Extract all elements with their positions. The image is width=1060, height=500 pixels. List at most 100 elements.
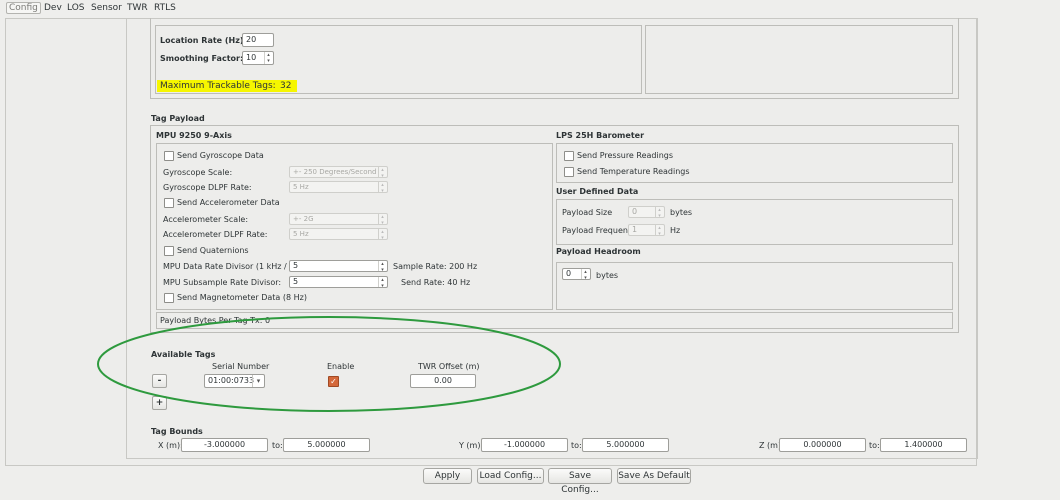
spin-arrows-icon[interactable]: ▴ ▾: [655, 225, 663, 237]
apply-button[interactable]: Apply: [423, 468, 472, 484]
gyro-scale-label: Gyroscope Scale:: [163, 168, 233, 177]
send-quaternions-label: Send Quaternions: [177, 246, 249, 255]
accel-dlpf-label: Accelerometer DLPF Rate:: [163, 230, 268, 239]
save-config-button[interactable]: Save Config...: [548, 468, 612, 495]
tag-serial-combo[interactable]: 01:00:0733 ▾: [204, 374, 265, 388]
x-min-value: -3.000000: [203, 440, 246, 449]
tag-offset-value: 0.00: [434, 376, 452, 385]
z-max-value: 1.400000: [904, 440, 943, 449]
user-defined-title: User Defined Data: [556, 187, 639, 196]
payload-headroom-title: Payload Headroom: [556, 247, 641, 256]
send-pressure-checkbox[interactable]: [564, 151, 574, 161]
menu-dev[interactable]: Dev: [44, 3, 62, 13]
tag-offset-input[interactable]: 0.00: [410, 374, 476, 388]
gyro-dlpf-combo[interactable]: 5 Hz ▴ ▾: [289, 181, 388, 194]
payload-freq-unit: Hz: [670, 226, 681, 235]
location-rate-value: 20: [246, 35, 257, 44]
col-twr-offset: TWR Offset (m): [418, 362, 480, 371]
x-min-input[interactable]: -3.000000: [181, 438, 268, 452]
send-quaternions-checkbox[interactable]: [164, 246, 174, 256]
accel-scale-combo[interactable]: +- 2G ▴ ▾: [289, 213, 388, 226]
send-temp-checkbox[interactable]: [564, 167, 574, 177]
send-temp-label: Send Temperature Readings: [577, 167, 690, 176]
payload-freq-spinbox[interactable]: 1 ▴ ▾: [628, 224, 665, 237]
subsample-value: 5: [293, 277, 299, 286]
spin-arrows-icon[interactable]: ▴ ▾: [378, 277, 386, 289]
rate-divisor-label: MPU Data Rate Divisor (1 kHz / val):: [163, 262, 307, 271]
remove-tag-button[interactable]: -: [152, 374, 167, 388]
col-serial-number: Serial Number: [212, 362, 270, 371]
location-rate-label: Location Rate (Hz):: [160, 36, 247, 45]
payload-size-spinbox[interactable]: 0 ▴ ▾: [628, 206, 665, 219]
send-gyro-checkbox[interactable]: [164, 151, 174, 161]
spin-arrows-icon[interactable]: ▴ ▾: [264, 52, 272, 64]
spin-arrows-icon[interactable]: ▴ ▾: [378, 261, 386, 273]
payload-bytes-frame: [156, 312, 953, 329]
tag-payload-title: Tag Payload: [151, 114, 205, 123]
menu-twr[interactable]: TWR: [127, 3, 148, 13]
menu-sensor[interactable]: Sensor: [91, 3, 122, 13]
menu-los[interactable]: LOS: [67, 3, 85, 13]
max-tags-value: 32: [280, 81, 292, 91]
menu-rtls[interactable]: RTLS: [154, 3, 176, 13]
gyro-scale-value: +- 250 Degrees/Second: [293, 168, 377, 176]
combo-arrows-icon: ▴ ▾: [378, 167, 386, 179]
accel-scale-value: +- 2G: [293, 215, 314, 223]
smoothing-factor-value: 10: [246, 53, 257, 62]
z-min-input[interactable]: 0.000000: [779, 438, 866, 452]
payload-bytes-label: Payload Bytes Per Tag Tx: 0: [160, 316, 271, 325]
x-max-value: 5.000000: [307, 440, 346, 449]
y-max-input[interactable]: 5.000000: [582, 438, 669, 452]
x-to-label: to:: [272, 441, 283, 450]
add-tag-button[interactable]: +: [152, 396, 167, 410]
mpu-title: MPU 9250 9-Axis: [156, 131, 232, 140]
payload-size-unit: bytes: [670, 208, 693, 217]
x-max-input[interactable]: 5.000000: [283, 438, 370, 452]
headroom-unit: bytes: [596, 271, 619, 280]
accel-dlpf-value: 5 Hz: [293, 230, 309, 238]
load-config-button[interactable]: Load Config...: [477, 468, 544, 484]
gyro-dlpf-label: Gyroscope DLPF Rate:: [163, 183, 252, 192]
smoothing-factor-spinbox[interactable]: 10 ▴ ▾: [242, 51, 274, 65]
payload-freq-label: Payload Frequency: [562, 226, 638, 235]
gyro-dlpf-value: 5 Hz: [293, 183, 309, 191]
payload-headroom-frame: [556, 262, 953, 310]
save-as-default-button[interactable]: Save As Default: [617, 468, 691, 484]
max-tags-label: Maximum Trackable Tags:: [160, 81, 276, 91]
payload-size-label: Payload Size: [562, 208, 613, 217]
accel-dlpf-combo[interactable]: 5 Hz ▴ ▾: [289, 228, 388, 241]
send-mag-label: Send Magnetometer Data (8 Hz): [177, 293, 307, 302]
spin-arrows-icon[interactable]: ▴ ▾: [581, 269, 589, 281]
rate-divisor-spinbox[interactable]: 5 ▴ ▾: [289, 260, 388, 273]
payload-size-value: 0: [632, 207, 638, 216]
tag-enable-checkbox[interactable]: ✓: [328, 376, 339, 387]
headroom-value: 0: [566, 269, 572, 278]
rate-divisor-value: 5: [293, 261, 299, 270]
z-max-input[interactable]: 1.400000: [880, 438, 967, 452]
send-rate-text: Send Rate: 40 Hz: [401, 278, 471, 287]
y-min-input[interactable]: -1.000000: [481, 438, 568, 452]
send-mag-checkbox[interactable]: [164, 293, 174, 303]
accel-scale-label: Accelerometer Scale:: [163, 215, 249, 224]
y-bounds-label: Y (m):: [459, 441, 484, 450]
x-bounds-label: X (m):: [158, 441, 183, 450]
combo-arrows-icon: ▴ ▾: [378, 214, 386, 226]
lps-frame: [556, 143, 953, 183]
subsample-label: MPU Subsample Rate Divisor:: [163, 278, 282, 287]
y-to-label: to:: [571, 441, 582, 450]
subsample-spinbox[interactable]: 5 ▴ ▾: [289, 276, 388, 289]
spin-arrows-icon[interactable]: ▴ ▾: [655, 207, 663, 219]
menu-config[interactable]: Config: [6, 2, 41, 14]
location-extra-frame: [645, 25, 953, 94]
chevron-down-icon[interactable]: ▾: [252, 375, 264, 387]
combo-arrows-icon: ▴ ▾: [378, 229, 386, 241]
send-accel-checkbox[interactable]: [164, 198, 174, 208]
location-rate-input[interactable]: 20: [242, 33, 274, 47]
send-accel-label: Send Accelerometer Data: [177, 198, 280, 207]
headroom-spinbox[interactable]: 0 ▴ ▾: [562, 268, 591, 281]
smoothing-factor-label: Smoothing Factor:: [160, 54, 244, 63]
y-max-value: 5.000000: [606, 440, 645, 449]
gyro-scale-combo[interactable]: +- 250 Degrees/Second ▴ ▾: [289, 166, 388, 179]
menu-bar: Config Dev LOS Sensor TWR RTLS: [0, 0, 1060, 18]
payload-freq-value: 1: [632, 225, 638, 234]
